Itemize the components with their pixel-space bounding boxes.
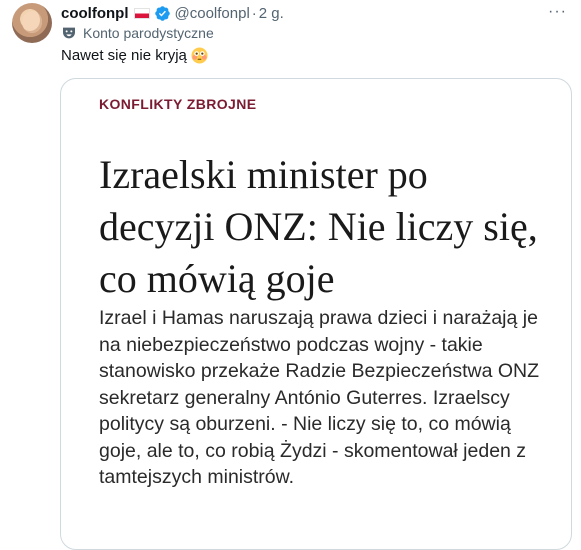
article-lead: Izrael i Hamas naruszają prawa dzieci i … xyxy=(99,307,540,488)
article-card[interactable]: KONFLIKTY ZBROJNE Izraelski minister po … xyxy=(60,78,572,550)
separator-dot: · xyxy=(251,4,257,22)
user-handle[interactable]: @coolfonpl xyxy=(175,5,250,22)
display-name[interactable]: coolfonpl xyxy=(61,5,129,22)
tweet-text-content: Nawet się nie kryją xyxy=(61,47,187,64)
timestamp[interactable]: 2 g. xyxy=(259,5,284,22)
account-label-text: Konto parodystyczne xyxy=(83,25,214,41)
tweet-text: Nawet się nie kryją xyxy=(61,47,208,64)
avatar[interactable] xyxy=(12,3,52,43)
more-options-icon[interactable]: ··· xyxy=(548,3,567,21)
article-headline[interactable]: Izraelski minister po decyzji ONZ: Nie l… xyxy=(99,149,549,305)
article-section: KONFLIKTY ZBROJNE xyxy=(99,96,257,112)
poland-flag-icon xyxy=(133,7,150,19)
parody-label: Konto parodystyczne xyxy=(61,23,214,43)
flushed-face-emoji-icon xyxy=(191,47,208,64)
parody-mask-icon xyxy=(63,27,75,39)
avatar-face xyxy=(22,11,42,33)
verified-badge-icon[interactable] xyxy=(154,5,171,22)
tweet-header: coolfonpl @coolfonpl · 2 g. xyxy=(61,3,284,23)
